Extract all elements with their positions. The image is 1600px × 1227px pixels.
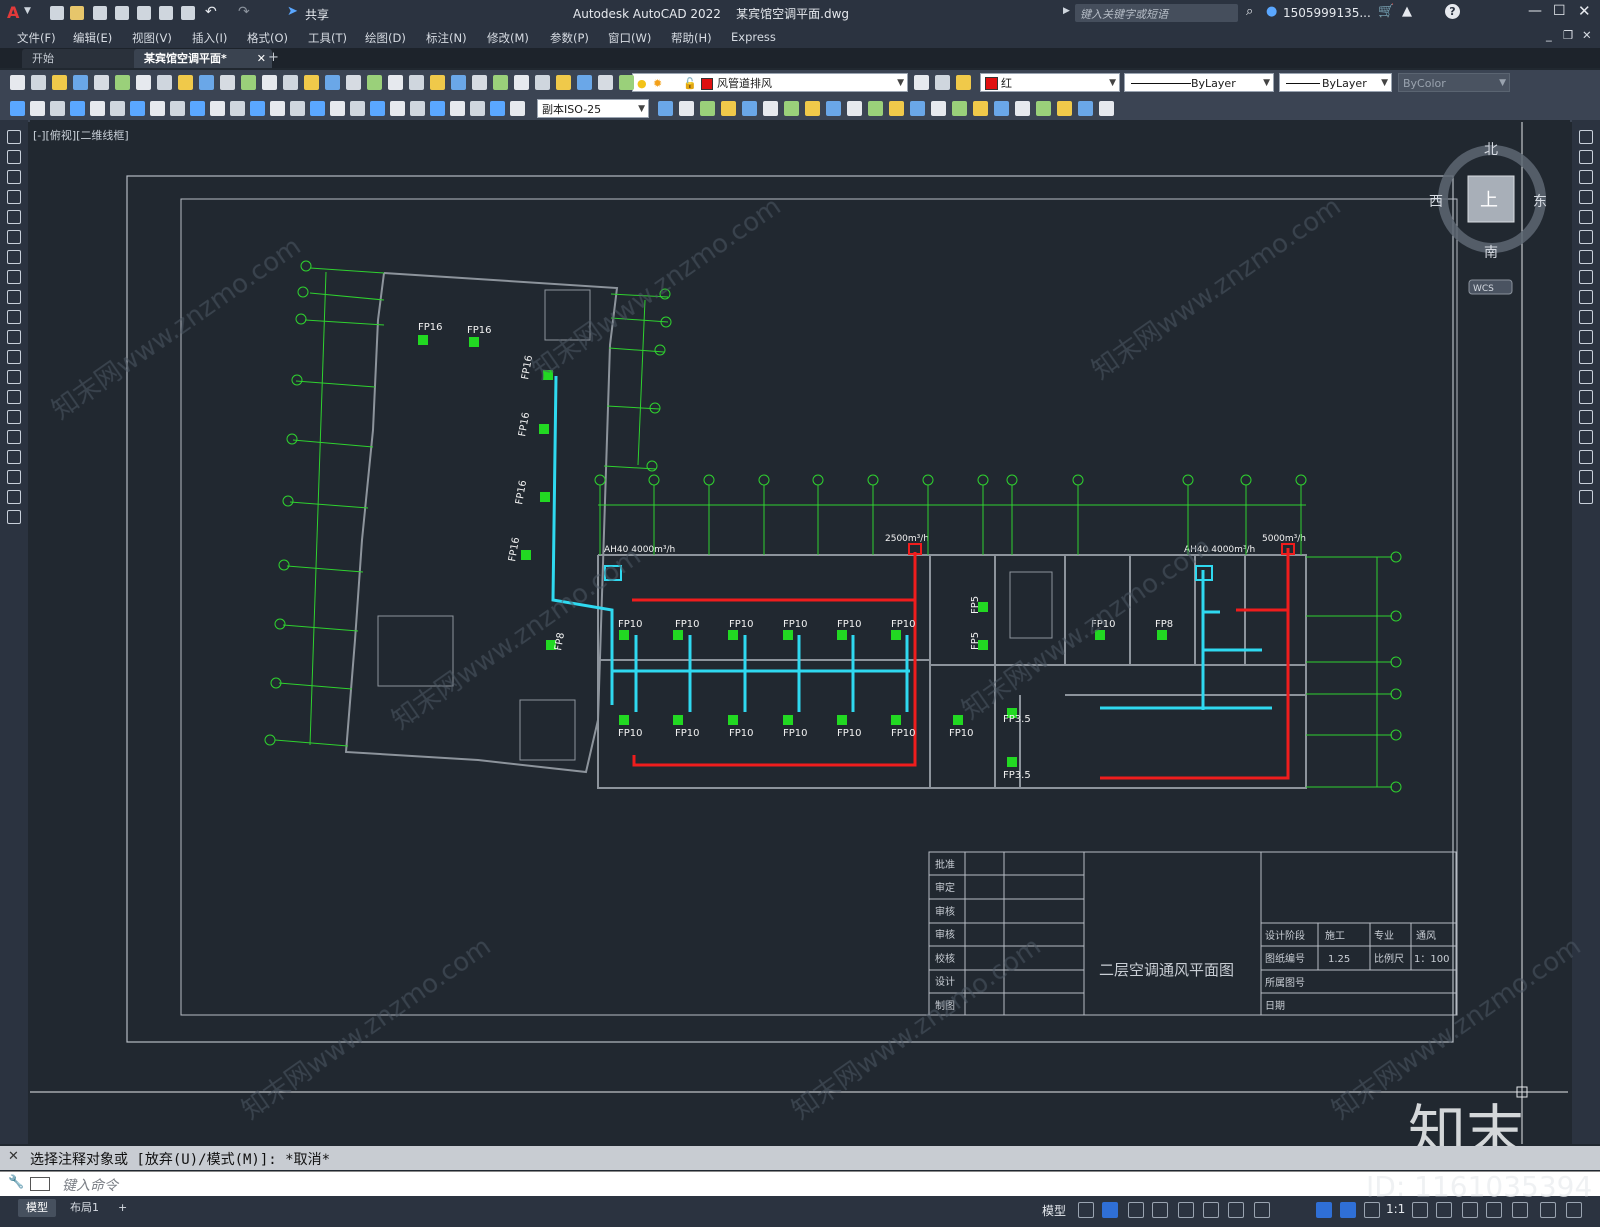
date-label: 日期 xyxy=(1265,1000,1285,1012)
fan-coil-markers xyxy=(418,335,1167,767)
fp10-label-2: FP10 xyxy=(675,619,700,630)
fp10-label-12: FP10 xyxy=(891,728,916,739)
building-walls xyxy=(344,272,1307,789)
viewcube-west: 西 xyxy=(1429,194,1443,210)
fp16-label-4: FP16 xyxy=(517,411,532,437)
fp5-label-1: FP5 xyxy=(970,596,981,614)
status-toggle-icon-5[interactable] xyxy=(1178,1202,1194,1218)
status-toggle-icon-7[interactable] xyxy=(1228,1202,1244,1218)
fp5-label-2: FP5 xyxy=(970,632,981,650)
status-toggle-icon-2[interactable] xyxy=(1102,1202,1118,1218)
viewcube-face: 上 xyxy=(1480,190,1498,211)
status-toggle-icon-11[interactable] xyxy=(1364,1202,1380,1218)
command-close-icon[interactable]: ✕ xyxy=(8,1149,19,1164)
status-toggle-icon-18[interactable] xyxy=(1566,1202,1582,1218)
status-toggle-icon-6[interactable] xyxy=(1203,1202,1219,1218)
fp16-label-1: FP16 xyxy=(418,322,443,333)
scale-value: 1：100 xyxy=(1414,954,1449,965)
fp10-label-3: FP10 xyxy=(729,619,754,630)
status-toggle-icon-1[interactable] xyxy=(1078,1202,1094,1218)
command-input[interactable]: 🔧 键入命令 xyxy=(0,1171,1600,1196)
sheet-inner-border xyxy=(180,198,1458,1016)
fp10-label-1: FP10 xyxy=(618,619,643,630)
major-label: 专业 xyxy=(1374,929,1394,942)
fp10-label-11: FP10 xyxy=(837,728,862,739)
command-history-text: 选择注释对象或 [放弃(U)/模式(M)]: *取消* xyxy=(30,1152,331,1168)
fp10-label-4: FP10 xyxy=(783,619,808,630)
watermark-6: 知末网www.znzmo.com xyxy=(237,931,497,1125)
tb-row-2: 审定 xyxy=(935,881,955,894)
recent-commands-icon[interactable] xyxy=(30,1177,50,1191)
tab-layout1[interactable]: 布局1 xyxy=(62,1199,107,1217)
command-placeholder: 键入命令 xyxy=(62,1178,118,1194)
fp10-label-6: FP10 xyxy=(891,619,916,630)
watermark-1: 知末网www.znzmo.com xyxy=(47,231,307,425)
status-toggle-icon-10[interactable] xyxy=(1340,1202,1356,1218)
stage-value: 施工 xyxy=(1325,929,1345,942)
drawing-title: 二层空调通风平面图 xyxy=(1099,961,1234,979)
watermark-3: 知末网www.znzmo.com xyxy=(1087,191,1347,385)
status-toggle-icon-17[interactable] xyxy=(1540,1202,1556,1218)
drawing-canvas: FP16 FP16 FP16 FP16 FP16 FP16 FP8 FP10 F… xyxy=(30,122,1587,1166)
watermark-id: ID: 1161035394 xyxy=(1366,1170,1593,1203)
viewcube-east: 东 xyxy=(1533,194,1547,210)
fp10-label-5: FP10 xyxy=(837,619,862,630)
add-layout-button[interactable]: + xyxy=(110,1199,135,1217)
viewcube-north: 北 xyxy=(1484,142,1498,158)
command-history: ✕ 选择注释对象或 [放弃(U)/模式(M)]: *取消* xyxy=(0,1146,1600,1170)
status-toggle-icon-4[interactable] xyxy=(1152,1202,1168,1218)
fp10-label-9: FP10 xyxy=(729,728,754,739)
customize-icon[interactable]: 🔧 xyxy=(8,1175,24,1190)
sheet-value: 1.25 xyxy=(1328,954,1350,965)
flow-5000-label: 5000m³/h xyxy=(1262,534,1306,544)
status-toggle-icon-13[interactable] xyxy=(1436,1202,1452,1218)
fp8-label-2: FP8 xyxy=(1155,619,1173,630)
tb-row-5: 校核 xyxy=(935,952,955,965)
tb-row-1: 批准 xyxy=(935,858,955,871)
axis-bubbles-top xyxy=(594,474,1307,486)
wcs-menu: WCS xyxy=(1473,284,1494,294)
fp10-label-7: FP10 xyxy=(618,728,643,739)
stair-block xyxy=(377,289,1053,761)
watermark-7: 知末网www.znzmo.com xyxy=(787,931,1047,1125)
scale-label: 比例尺 xyxy=(1374,952,1404,965)
status-toggle-icon-15[interactable] xyxy=(1486,1202,1502,1218)
axis-bubbles-right xyxy=(1390,551,1402,793)
tab-model[interactable]: 模型 xyxy=(18,1199,56,1217)
status-toggle-icon-9[interactable] xyxy=(1316,1202,1332,1218)
sheet-label: 图纸编号 xyxy=(1265,952,1305,965)
tb-row-3: 审核 xyxy=(935,905,955,918)
exhaust-duct xyxy=(632,548,1290,780)
watermark-4: 知末网www.znzmo.com xyxy=(387,541,647,735)
viewcube[interactable]: 上 北 南 东 西 WCS xyxy=(1429,142,1547,295)
watermark-2: 知末网www.znzmo.com xyxy=(527,191,787,385)
fp16-label-5: FP16 xyxy=(514,479,529,505)
viewcube-south: 南 xyxy=(1484,245,1498,261)
tb-row-4: 审核 xyxy=(935,928,955,941)
fp16-label-6: FP16 xyxy=(507,536,522,562)
fp35-label-1: FP3.5 xyxy=(1003,714,1031,725)
status-toggle-icon-14[interactable] xyxy=(1462,1202,1478,1218)
fp10-label-13: FP10 xyxy=(949,728,974,739)
fp8-label-1: FP8 xyxy=(553,632,567,652)
stage-label: 设计阶段 xyxy=(1265,929,1305,942)
fp35-label-2: FP3.5 xyxy=(1003,770,1031,781)
flow-2500-label: 2500m³/h xyxy=(885,534,929,544)
tab-layout1-label: 布局1 xyxy=(70,1201,99,1214)
title-block-text: 批准 审定 审核 审核 校核 设计 制图 二层空调通风平面图 设计阶段 施工 专… xyxy=(935,858,1449,1012)
status-toggle-icon-3[interactable] xyxy=(1128,1202,1144,1218)
status-toggle-icon-8[interactable] xyxy=(1254,1202,1270,1218)
status-toggle-icon-12[interactable] xyxy=(1412,1202,1428,1218)
status-bar: 模型 布局1 + 模型 1:1 ID: 1161035394 xyxy=(0,1170,1600,1227)
tab-model-label: 模型 xyxy=(26,1201,48,1214)
watermarks: 知末网www.znzmo.com 知末网www.znzmo.com 知末网www… xyxy=(47,191,1587,1125)
belong-label: 所属图号 xyxy=(1265,977,1305,989)
fp16-label-2: FP16 xyxy=(467,325,492,336)
major-value: 通风 xyxy=(1416,930,1436,942)
fp10-label-8: FP10 xyxy=(675,728,700,739)
fp10-label-10: FP10 xyxy=(783,728,808,739)
model-space-button[interactable]: 模型 xyxy=(1042,1202,1066,1219)
scale-button[interactable]: 1:1 xyxy=(1386,1202,1405,1216)
status-toggle-icon-16[interactable] xyxy=(1512,1202,1528,1218)
